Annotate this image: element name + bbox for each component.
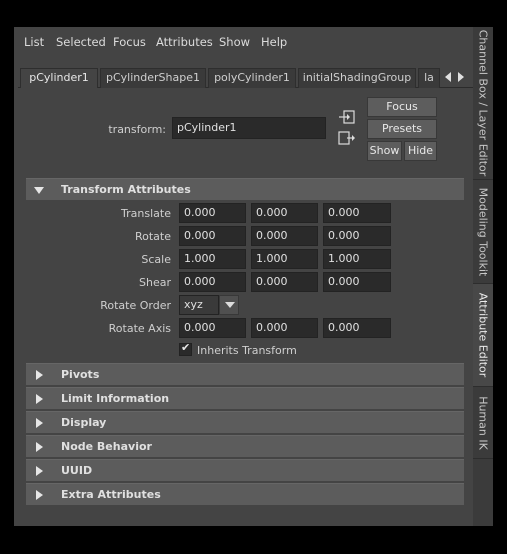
collapsed-arrow-icon <box>36 418 43 428</box>
rotate-y-field[interactable]: 0.000 <box>251 226 318 246</box>
output-connection-icon[interactable] <box>338 131 356 145</box>
tab-modeling-toolkit[interactable]: Modeling Toolkit <box>473 180 493 284</box>
scale-x-field[interactable]: 1.000 <box>179 249 246 269</box>
chevron-left-icon[interactable] <box>443 71 453 83</box>
tab-pcylinder1[interactable]: pCylinder1 <box>20 68 98 88</box>
translate-label: Translate <box>121 207 171 220</box>
focus-button[interactable]: Focus <box>367 97 437 117</box>
menu-list[interactable]: List <box>24 35 44 49</box>
side-tab-strip: Channel Box / Layer Editor Modeling Tool… <box>473 27 493 526</box>
rotate-order-dropdown[interactable]: xyz <box>179 295 219 315</box>
shear-xz-field[interactable]: 0.000 <box>251 272 318 292</box>
collapsed-arrow-icon <box>36 466 43 476</box>
shear-yz-field[interactable]: 0.000 <box>323 272 391 292</box>
section-node-behavior[interactable]: Node Behavior <box>26 435 464 457</box>
menu-attributes[interactable]: Attributes <box>156 35 213 49</box>
show-button[interactable]: Show <box>367 141 402 161</box>
inherits-transform-label: Inherits Transform <box>197 344 297 357</box>
tab-pcylindershape1[interactable]: pCylinderShape1 <box>100 68 206 88</box>
rotate-axis-z-field[interactable]: 0.000 <box>323 318 391 338</box>
section-pivots[interactable]: Pivots <box>26 363 464 385</box>
scale-z-field[interactable]: 1.000 <box>323 249 391 269</box>
rotate-x-field[interactable]: 0.000 <box>179 226 246 246</box>
shear-label: Shear <box>139 276 171 289</box>
section-display[interactable]: Display <box>26 411 464 433</box>
tab-attribute-editor[interactable]: Attribute Editor <box>473 284 493 387</box>
chevron-down-icon <box>225 302 235 308</box>
menu-focus[interactable]: Focus <box>113 35 146 49</box>
chevron-right-icon[interactable] <box>456 71 466 83</box>
tab-layer[interactable]: la <box>418 68 440 88</box>
collapsed-arrow-icon <box>36 442 43 452</box>
rotate-order-dropdown-button[interactable] <box>219 295 239 315</box>
rotate-axis-y-field[interactable]: 0.000 <box>251 318 318 338</box>
menu-help[interactable]: Help <box>261 35 287 49</box>
hide-button[interactable]: Hide <box>404 141 437 161</box>
checkmark-icon: ✔ <box>181 341 191 354</box>
shear-xy-field[interactable]: 0.000 <box>179 272 246 292</box>
attribute-editor-window: List Selected Focus Attributes Show Help… <box>14 27 493 526</box>
attribute-editor-panel: List Selected Focus Attributes Show Help… <box>14 27 473 526</box>
tab-polycylinder1[interactable]: polyCylinder1 <box>208 68 296 88</box>
rotate-z-field[interactable]: 0.000 <box>323 226 391 246</box>
translate-z-field[interactable]: 0.000 <box>323 203 391 223</box>
node-tab-bar: pCylinder1 pCylinderShape1 polyCylinder1… <box>18 68 473 88</box>
section-uuid[interactable]: UUID <box>26 459 464 481</box>
menu-selected[interactable]: Selected <box>56 35 106 49</box>
rotate-axis-x-field[interactable]: 0.000 <box>179 318 246 338</box>
translate-x-field[interactable]: 0.000 <box>179 203 246 223</box>
section-limit-information[interactable]: Limit Information <box>26 387 464 409</box>
collapsed-arrow-icon <box>36 490 43 500</box>
rotate-axis-label: Rotate Axis <box>108 322 171 335</box>
tab-channel-box-layer-editor[interactable]: Channel Box / Layer Editor <box>473 27 493 180</box>
collapsed-arrow-icon <box>36 370 43 380</box>
transform-name-field[interactable]: pCylinder1 <box>172 117 326 139</box>
menu-bar: List Selected Focus Attributes Show Help <box>14 27 473 57</box>
collapsed-arrow-icon <box>36 394 43 404</box>
rotate-label: Rotate <box>134 230 171 243</box>
expanded-arrow-icon <box>34 187 44 194</box>
translate-y-field[interactable]: 0.000 <box>251 203 318 223</box>
menu-show[interactable]: Show <box>219 35 250 49</box>
presets-button[interactable]: Presets <box>367 119 437 139</box>
section-extra-attributes[interactable]: Extra Attributes <box>26 483 464 505</box>
rotate-order-label: Rotate Order <box>100 299 171 312</box>
tab-initialshadinggroup[interactable]: initialShadingGroup <box>298 68 416 88</box>
transform-label: transform: <box>108 123 166 136</box>
section-transform-attributes[interactable]: Transform Attributes <box>26 178 464 200</box>
input-connection-icon[interactable] <box>338 110 356 124</box>
tab-human-ik[interactable]: Human IK <box>473 387 493 459</box>
scale-y-field[interactable]: 1.000 <box>251 249 318 269</box>
inherits-transform-checkbox[interactable]: ✔ <box>179 341 192 356</box>
scale-label: Scale <box>141 253 171 266</box>
